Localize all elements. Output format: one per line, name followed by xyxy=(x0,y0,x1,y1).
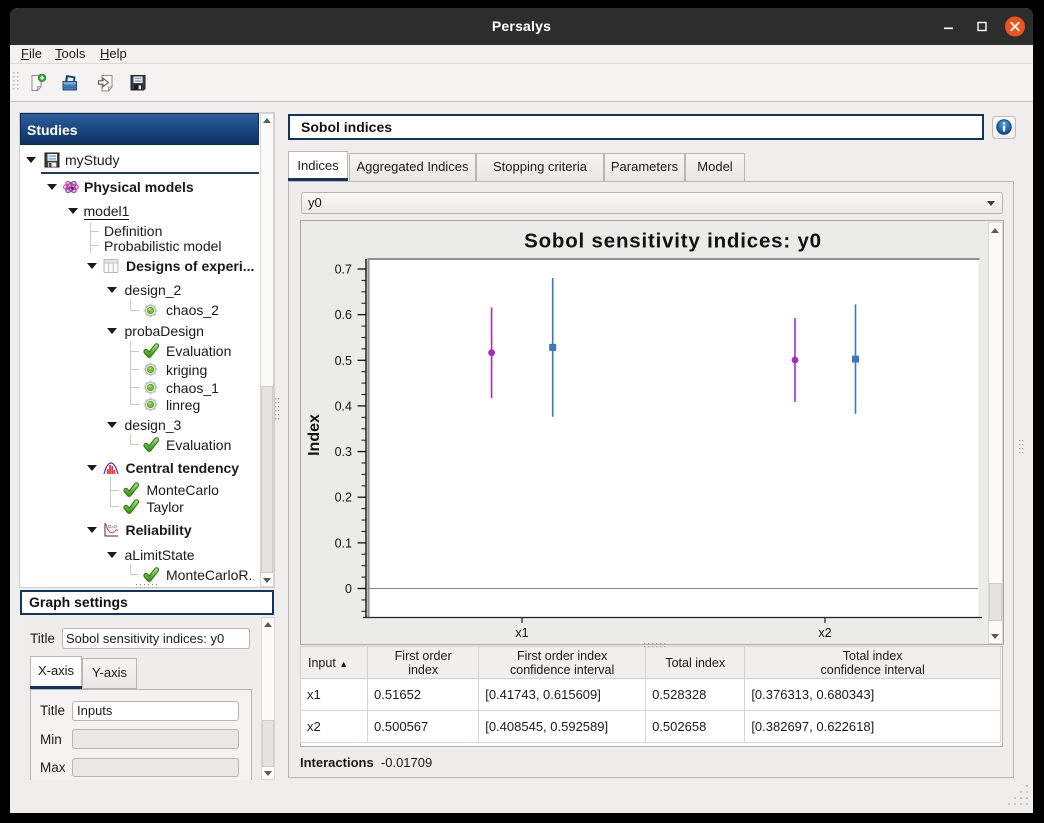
svg-text:x1: x1 xyxy=(515,626,528,640)
svg-text:0.6: 0.6 xyxy=(335,308,352,322)
svg-text:G=0: G=0 xyxy=(108,524,117,529)
svg-text:0.7: 0.7 xyxy=(335,262,352,276)
svg-text:x2: x2 xyxy=(818,626,831,640)
svg-text:0.4: 0.4 xyxy=(335,399,352,413)
svg-text:0.2: 0.2 xyxy=(335,491,352,505)
svg-text:0.1: 0.1 xyxy=(335,536,352,550)
svg-text:0.3: 0.3 xyxy=(335,445,352,459)
svg-text:Index: Index xyxy=(306,414,323,456)
svg-text:0.5: 0.5 xyxy=(335,354,352,368)
svg-text:Sobol sensitivity indices: y0: Sobol sensitivity indices: y0 xyxy=(524,230,822,253)
svg-text:0: 0 xyxy=(345,582,352,596)
